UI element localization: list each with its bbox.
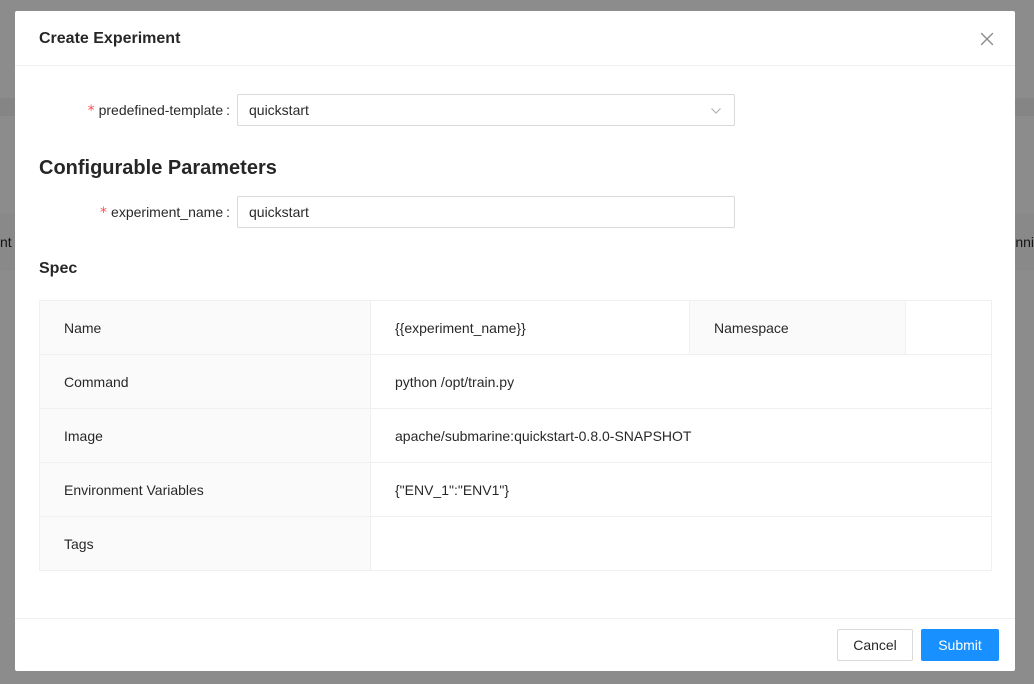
experiment-name-form-row: * experiment_name: quickstart [15, 196, 1015, 228]
spec-env-value: {"ENV_1":"ENV1"} [370, 462, 992, 517]
table-row: Image apache/submarine:quickstart-0.8.0-… [39, 408, 992, 463]
spec-image-label: Image [39, 408, 371, 463]
table-row: Name {{experiment_name}} Namespace [39, 300, 992, 355]
spec-name-value: {{experiment_name}} [370, 300, 690, 355]
dialog-footer: Cancel Submit [15, 618, 1015, 671]
spec-tags-value [370, 516, 992, 571]
spec-command-value: python /opt/train.py [370, 354, 992, 409]
table-row: Tags [39, 516, 992, 571]
template-form-row: * predefined-template: quickstart [15, 94, 1015, 126]
template-label: * predefined-template: [87, 102, 230, 119]
spec-heading: Spec [39, 260, 78, 277]
spec-name-label: Name [39, 300, 371, 355]
table-row: Environment Variables {"ENV_1":"ENV1"} [39, 462, 992, 517]
close-button[interactable] [975, 27, 999, 51]
table-row: Command python /opt/train.py [39, 354, 992, 409]
experiment-name-value: quickstart [249, 204, 309, 220]
dialog-title: Create Experiment [39, 30, 181, 47]
spec-namespace-value [905, 300, 992, 355]
experiment-name-input[interactable]: quickstart [237, 196, 735, 228]
experiment-name-label: * experiment_name: [100, 204, 230, 221]
spec-command-label: Command [39, 354, 371, 409]
required-mark: * [100, 205, 108, 221]
template-select[interactable]: quickstart [237, 94, 735, 126]
spec-env-label: Environment Variables [39, 462, 371, 517]
spec-tags-label: Tags [39, 516, 371, 571]
spec-table: Name {{experiment_name}} Namespace Comma… [39, 300, 992, 571]
submit-button[interactable]: Submit [921, 629, 999, 661]
create-experiment-dialog: Create Experiment * predefined-template: … [15, 11, 1015, 671]
cancel-button[interactable]: Cancel [837, 629, 913, 661]
template-select-value: quickstart [249, 102, 309, 118]
close-icon [980, 32, 994, 46]
chevron-down-icon [711, 108, 721, 114]
configurable-parameters-heading: Configurable Parameters [39, 157, 277, 179]
spec-image-value: apache/submarine:quickstart-0.8.0-SNAPSH… [370, 408, 992, 463]
spec-namespace-label: Namespace [689, 300, 906, 355]
dialog-header: Create Experiment [15, 11, 1015, 66]
required-mark: * [87, 103, 95, 119]
